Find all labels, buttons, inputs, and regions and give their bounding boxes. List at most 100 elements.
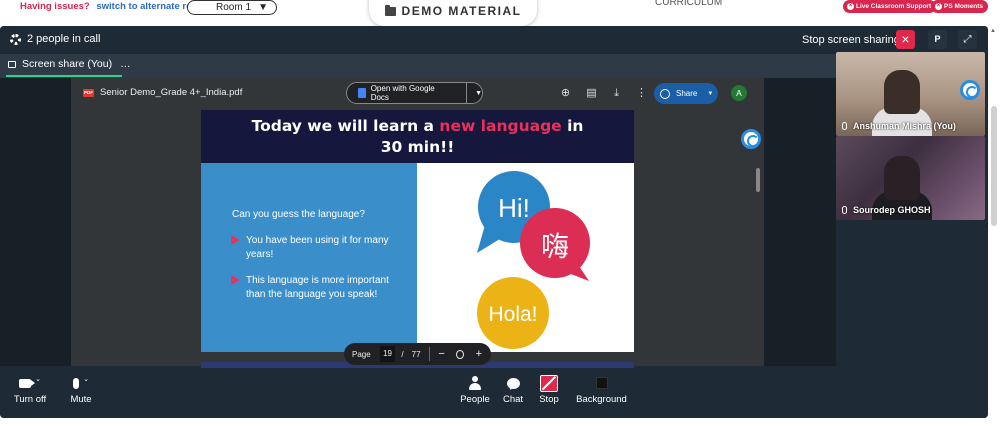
swirl-logo-icon[interactable] xyxy=(741,129,761,149)
mute-button[interactable]: ⌄ Mute xyxy=(66,372,96,405)
call-header: 2 people in call Stop screen sharing × P… xyxy=(0,26,988,54)
slide-title-post: in xyxy=(561,117,584,135)
slide-question: Can you guess the language? xyxy=(232,209,365,220)
speech-bubbles-illustration: Hi! 嗨 Hola! xyxy=(477,171,590,349)
avatar[interactable]: A xyxy=(731,85,747,101)
mute-label: Mute xyxy=(70,394,92,405)
slide-title-highlight: new language xyxy=(439,117,562,135)
bubble-chinese: 嗨 xyxy=(520,208,590,281)
chat-button[interactable]: Chat xyxy=(501,372,525,405)
slide-left-panel: Can you guess the language? You have bee… xyxy=(201,163,417,352)
page-total: 77 xyxy=(411,349,421,359)
more-vert-icon[interactable]: ⋮ xyxy=(635,87,648,100)
zoom-out-icon[interactable]: − xyxy=(435,348,447,360)
camera-button[interactable]: ⌄ Turn off xyxy=(12,372,48,405)
tab-screen-share-label: Screen share (You) xyxy=(22,58,113,70)
bubble-chinese-text: 嗨 xyxy=(541,230,569,263)
page-separator: / xyxy=(401,349,404,359)
folder-icon xyxy=(384,4,396,16)
scrollbar-thumb[interactable] xyxy=(991,106,997,226)
stop-sharing-button[interactable]: × xyxy=(896,30,915,49)
triangle-bullet-icon xyxy=(231,235,240,245)
tab-screen-share[interactable]: Screen share (You) … xyxy=(8,58,132,70)
call-controls: ⌄ Turn off ⌄ Mute People Chat Stop Backg… xyxy=(0,366,988,418)
slide-bullet: You have been using it for many years! xyxy=(231,234,401,261)
people-icon xyxy=(469,376,481,390)
caret-down-icon[interactable]: ▼ xyxy=(475,90,482,97)
bubble-hola-text: Hola! xyxy=(488,303,537,326)
open-with-label: Open with Google Docs xyxy=(370,84,435,102)
demo-material-button[interactable]: DEMO MATERIAL xyxy=(369,0,537,26)
page-control: Page 19 / 77 − + xyxy=(344,343,491,365)
pdf-scrollbar[interactable] xyxy=(756,168,760,192)
expand-icon: ⤢ xyxy=(963,34,972,45)
camera-icon xyxy=(19,378,36,388)
people-count-label: 2 people in call xyxy=(27,33,101,45)
zoom-icon[interactable] xyxy=(455,349,464,359)
more-icon[interactable]: … xyxy=(120,58,132,70)
stop-share-button[interactable]: Stop xyxy=(536,372,562,405)
participant-name-label: Anshuman Mishra (You) xyxy=(853,121,956,131)
room-select[interactable]: Room 1 ▼ xyxy=(187,0,277,15)
caret-down-icon: ▼ xyxy=(258,2,268,13)
participant-video xyxy=(884,156,920,200)
issues-banner: Having issues? switch to alternate room xyxy=(20,1,206,12)
ps-moments-button[interactable]: × PS Moments xyxy=(931,0,989,13)
share-label: Share xyxy=(676,89,698,98)
print-icon[interactable]: ▤ xyxy=(585,87,598,100)
slide-bullet-text: This language is more important than the… xyxy=(246,275,389,300)
page-scrollbar[interactable]: ▲ xyxy=(988,26,1000,418)
p-button[interactable]: P xyxy=(928,30,947,49)
participant-tile[interactable]: Anshuman Mishra (You) xyxy=(836,52,985,136)
background-label: Background xyxy=(576,394,627,405)
stop-screen-sharing-label[interactable]: Stop screen sharing xyxy=(802,34,900,46)
share-button[interactable]: Share ▼ xyxy=(654,83,718,104)
download-icon[interactable]: ⤓ xyxy=(610,87,623,100)
mic-icon xyxy=(842,122,847,130)
call-window: 2 people in call Stop screen sharing × P… xyxy=(0,26,988,418)
chat-label: Chat xyxy=(502,394,524,405)
page-label: Page xyxy=(352,349,371,359)
add-to-drive-icon[interactable]: ⊕ xyxy=(559,87,572,100)
chevron-down-icon[interactable]: ⌄ xyxy=(83,375,89,383)
page-number-input[interactable]: 19 xyxy=(379,346,396,362)
demo-material-label: DEMO MATERIAL xyxy=(401,4,522,18)
close-circle-icon: × xyxy=(935,3,942,10)
pdf-filename: Senior Demo_Grade 4+_India.pdf xyxy=(100,87,243,98)
stop-share-icon xyxy=(540,374,558,392)
slide-title-pre: Today we will learn a xyxy=(251,117,440,135)
chevron-down-icon[interactable]: ⌄ xyxy=(35,375,41,383)
pdf-toolbar: PDF Senior Demo_Grade 4+_India.pdf Open … xyxy=(71,78,764,110)
chat-icon xyxy=(506,377,520,389)
slide-title: Today we will learn a new language in 30… xyxy=(201,110,634,163)
scroll-up-icon[interactable]: ▲ xyxy=(990,28,996,34)
zoom-in-icon[interactable]: + xyxy=(473,348,485,360)
curriculum-link[interactable]: CURRICULUM xyxy=(655,0,722,8)
issues-text: Having issues? xyxy=(20,1,90,12)
camera-label: Turn off xyxy=(13,394,47,405)
slide-title-line2: 30 min!! xyxy=(380,138,455,156)
participant-name-label: Sourodep GHOSH xyxy=(853,205,931,215)
background-button[interactable]: Background xyxy=(574,372,629,405)
top-bar: Having issues? switch to alternate room … xyxy=(0,0,1000,26)
google-docs-icon xyxy=(358,88,366,98)
globe-icon xyxy=(660,88,670,99)
people-count: 2 people in call xyxy=(10,33,100,45)
gear-icon[interactable] xyxy=(10,33,21,45)
swirl-logo-icon xyxy=(960,80,980,100)
tab-strip: Screen share (You) … xyxy=(0,54,836,78)
screen-share-area: PDF Senior Demo_Grade 4+_India.pdf Open … xyxy=(0,78,836,366)
live-support-button[interactable]: × Live Classroom Support xyxy=(843,0,937,13)
screen-icon xyxy=(8,60,16,68)
slide: Today we will learn a new language in 30… xyxy=(201,110,634,352)
fullscreen-button[interactable]: ⤢ xyxy=(958,30,977,49)
people-button[interactable]: People xyxy=(458,372,492,405)
open-with-google-docs-button[interactable]: Open with Google Docs ▼ xyxy=(346,82,483,104)
background-icon xyxy=(595,377,608,389)
participant-tile[interactable]: Sourodep GHOSH xyxy=(836,136,985,220)
pdf-file-icon: PDF xyxy=(83,89,94,97)
live-support-label: Live Classroom Support xyxy=(856,3,932,10)
ps-moments-label: PS Moments xyxy=(944,3,984,10)
mic-icon xyxy=(73,377,80,389)
divider xyxy=(466,82,468,104)
